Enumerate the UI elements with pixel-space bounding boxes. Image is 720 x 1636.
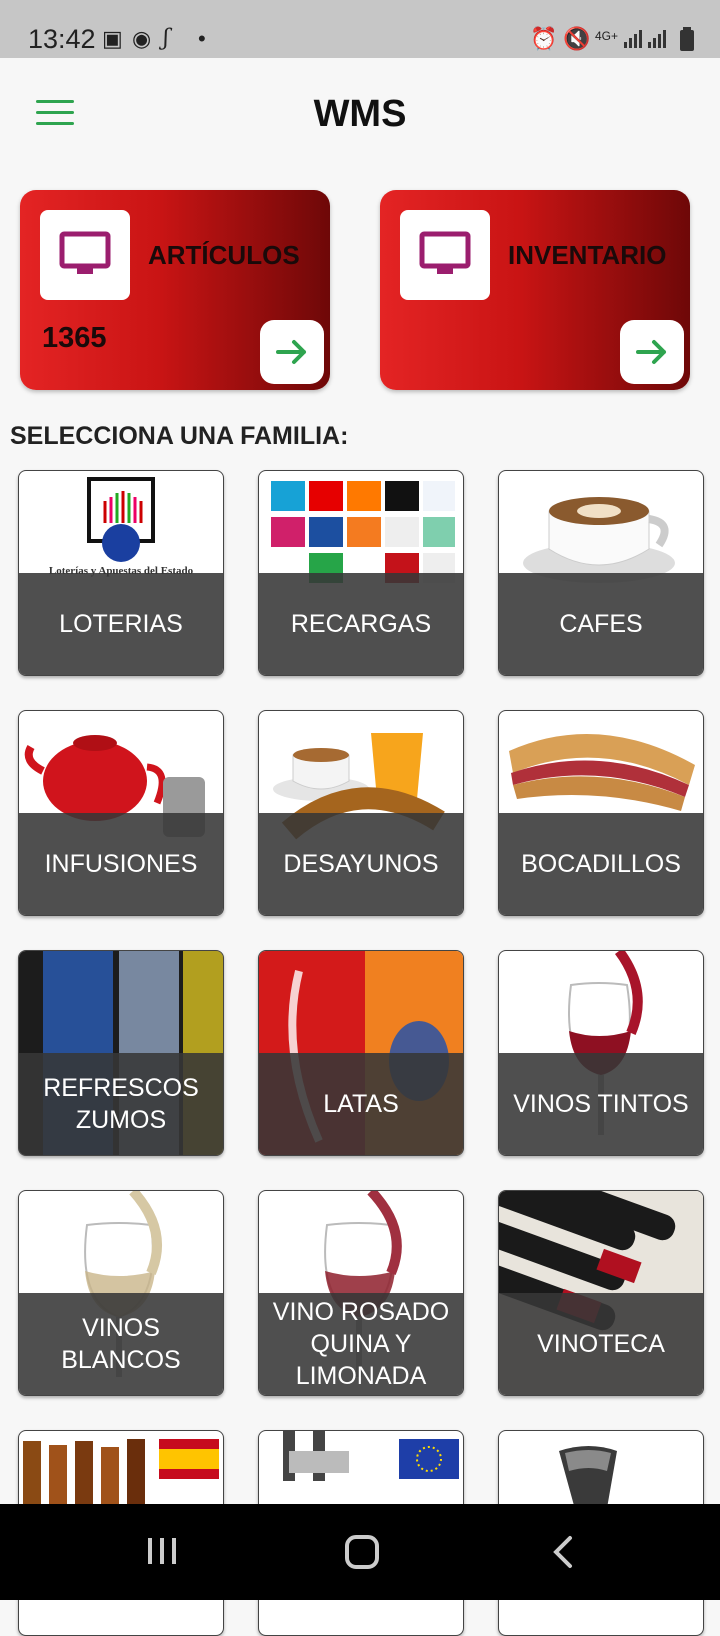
tile-label: VINOS BLANCOS [61,1314,181,1374]
tile-label: LATAS [323,1090,399,1118]
app-bar: WMS [0,58,720,168]
articulos-card[interactable]: ARTÍCULOS 1365 [20,190,330,390]
chrome-icon: ◉ [132,26,152,51]
card-count: 1365 [42,322,107,354]
breakfast-image [259,711,463,840]
home-icon[interactable] [344,1534,380,1570]
family-tile-loterias[interactable]: Loterías y Apuestas del Estado LOTERIAS [18,470,224,676]
card-title: ARTÍCULOS [148,240,300,270]
section-title: SELECCIONA UNA FAMILIA: [10,422,349,450]
tile-label: VINOS TINTOS [513,1090,689,1118]
family-tile-refrescos-zumos[interactable]: REFRESCOS ZUMOS [18,950,224,1156]
alarm-icon: ⏰ [530,26,558,51]
family-tile-recargas[interactable]: RECARGAS [258,470,464,676]
tile-label: BOCADILLOS [521,850,681,878]
family-tile-latas[interactable]: LATAS [258,950,464,1156]
family-tile-vinoteca[interactable]: VINOTECA [498,1190,704,1396]
page-title: WMS [313,93,407,135]
recent-apps-icon[interactable] [144,1534,180,1568]
card-title: INVENTARIO [508,240,667,270]
family-tile-vinos-tintos[interactable]: VINOS TINTOS [498,950,704,1156]
arrow-right-icon[interactable] [260,320,324,384]
gallery-icon: ▣ [102,26,123,51]
network-4g-icon: 4G+ [595,29,619,43]
signal-icon [624,30,666,48]
teapot-image [19,711,223,837]
family-tile-desayunos[interactable]: DESAYUNOS [258,710,464,916]
family-tile-vinos-blancos[interactable]: VINOS BLANCOS [18,1190,224,1396]
dot-icon: • [198,26,206,51]
tile-label: VINO ROSADO QUINA Y LIMONADA [272,1298,450,1390]
family-tile-cafes[interactable]: CAFES [498,470,704,676]
arrow-right-icon[interactable] [620,320,684,384]
loterias-logo: Loterías y Apuestas del Estado [19,471,223,577]
tile-label: DESAYUNOS [283,850,439,878]
family-tile-infusiones[interactable]: INFUSIONES [18,710,224,916]
tile-label: LOTERIAS [59,610,183,638]
card-icon-box [400,210,490,300]
monitor-icon [419,231,471,274]
status-time: 13:42 [28,24,96,54]
back-icon[interactable] [552,1534,576,1570]
tile-label: INFUSIONES [44,850,198,878]
family-tile-bocadillos[interactable]: BOCADILLOS [498,710,704,916]
status-bar: 13:42 ▣ ◉ ʃ • ⏰ 🔇 4G+ [0,0,720,58]
inventario-card[interactable]: INVENTARIO [380,190,690,390]
tile-label: VINOTECA [537,1330,665,1358]
sandwich-image [499,711,703,815]
recargas-logos-grid [259,471,463,583]
tile-label: REFRESCOS ZUMOS [43,1074,199,1134]
monitor-icon [59,231,111,274]
s-app-icon: ʃ [163,26,169,51]
system-navigation-bar [0,1504,720,1600]
coffee-cup-image [499,471,703,583]
battery-icon [680,27,694,51]
tile-label: CAFES [559,610,643,638]
family-tile-vino-rosado[interactable]: VINO ROSADO QUINA Y LIMONADA [258,1190,464,1396]
tile-label: RECARGAS [290,610,432,638]
mute-icon: 🔇 [563,26,591,51]
card-icon-box [40,210,130,300]
